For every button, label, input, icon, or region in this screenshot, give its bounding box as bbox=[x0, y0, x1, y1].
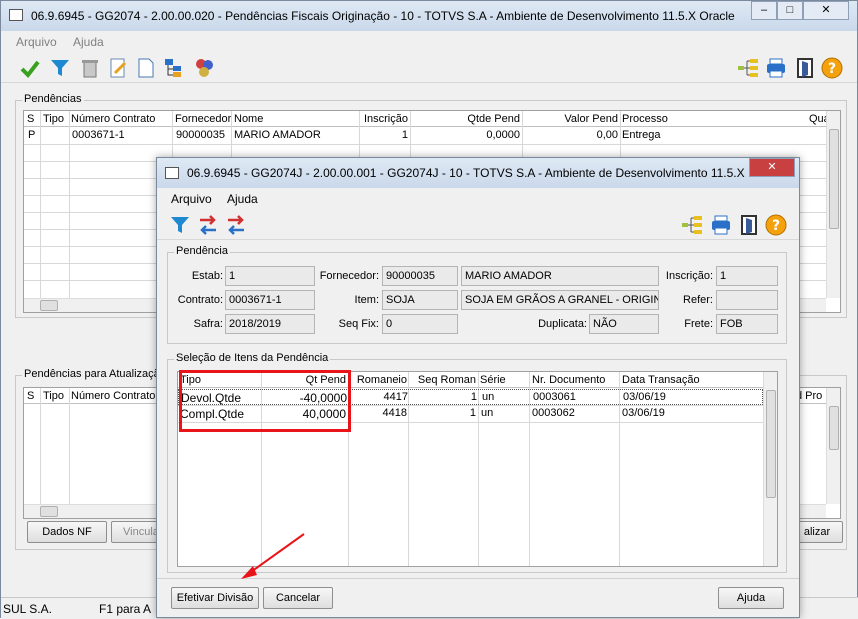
annotation-arrow bbox=[241, 533, 305, 579]
